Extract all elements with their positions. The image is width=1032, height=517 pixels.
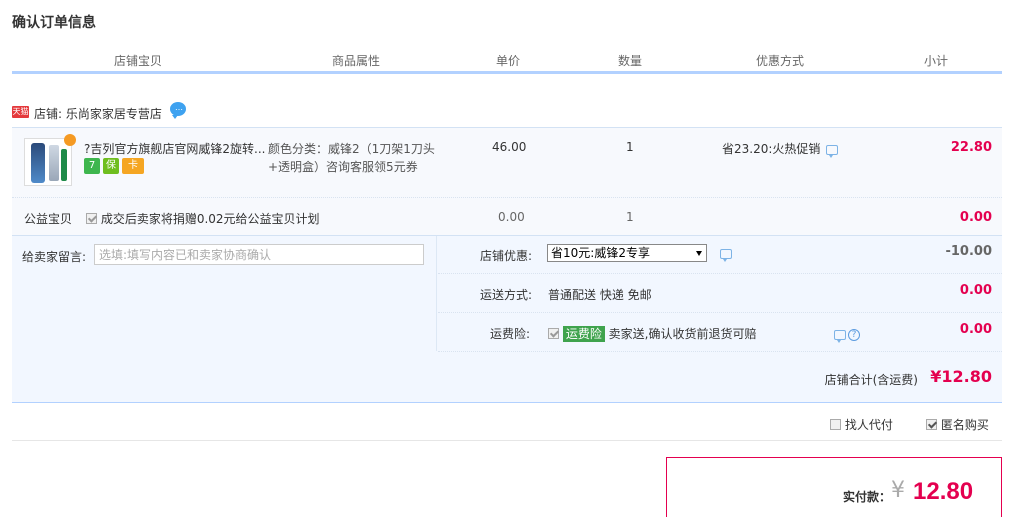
delivery-amount: 0.00	[959, 283, 992, 298]
payment-summary: 实付款： ¥ 12.80	[666, 457, 1002, 517]
seller-message-label: 给卖家留言:	[22, 250, 87, 264]
anonymous-buy-checkbox[interactable]	[926, 419, 937, 430]
shop-total-row: 店铺合计(含运费) ¥12.80	[12, 364, 1002, 394]
proxy-pay-checkbox[interactable]	[830, 419, 841, 430]
order-options-panel: 给卖家留言: 店铺优惠: 省10元:威锋2专享 -10.00 运送方式: 普通配…	[12, 235, 1002, 403]
product-thumbnail[interactable]	[24, 134, 76, 186]
delivery-label: 运送方式:	[480, 288, 533, 302]
item-subtotal: 22.80	[950, 140, 992, 155]
shop-discount-row: 店铺优惠: 省10元:威锋2专享 -10.00	[438, 236, 1002, 274]
col-discount: 优惠方式	[756, 54, 805, 68]
help-icon[interactable]: ?	[848, 328, 860, 341]
page-title: 确认订单信息	[12, 15, 96, 31]
credit-card-icon[interactable]: 卡	[122, 158, 144, 174]
seller-message-section: 给卖家留言:	[12, 236, 437, 351]
column-header: 店铺宝贝 商品属性 单价 数量 优惠方式 小计	[12, 50, 1002, 74]
service-icons: 7保卡	[84, 158, 147, 174]
product-title-link[interactable]: ?吉列官方旗舰店官网威锋2旋转...	[84, 140, 265, 157]
payment-label: 实付款：	[843, 490, 892, 504]
unit-price: 46.00	[492, 140, 527, 154]
insurance-icons: ?	[828, 327, 860, 343]
quantity: 1	[626, 140, 634, 154]
charity-subtotal: 0.00	[959, 210, 992, 225]
insurance-option: 运费险 卖家送,确认收货前退货可赔	[548, 325, 757, 342]
shop-discount-select[interactable]: 省10元:威锋2专享	[547, 244, 707, 262]
anonymous-buy-option[interactable]: 匿名购买	[926, 416, 989, 433]
guarantee-icon[interactable]: 保	[103, 158, 119, 174]
insurance-label: 运费险:	[490, 327, 531, 341]
insurance-amount: 0.00	[959, 322, 992, 337]
shop-discount-amount: -10.00	[945, 244, 992, 259]
col-shop-items: 店铺宝贝	[114, 54, 163, 68]
shop-discount-label: 店铺优惠:	[480, 249, 533, 263]
tmall-icon: 天猫	[12, 106, 29, 118]
item-row: ?吉列官方旗舰店官网威锋2旋转... 7保卡 颜色分类：威锋2（1刀架1刀头 +…	[12, 128, 1002, 198]
insurance-checkbox[interactable]	[548, 328, 559, 339]
col-subtotal: 小计	[924, 54, 949, 68]
shop-row: 天猫 店铺: 乐尚家家居专营店 …	[12, 100, 1002, 126]
proxy-pay-option[interactable]: 找人代付	[830, 416, 893, 433]
message-icon[interactable]	[826, 144, 839, 158]
message-icon[interactable]	[834, 329, 846, 343]
promotion: 省23.20:火热促销	[722, 140, 839, 158]
col-quantity: 数量	[618, 54, 643, 68]
shop-total-amount: ¥12.80	[930, 367, 992, 386]
product-attributes: 颜色分类：威锋2（1刀架1刀头 +透明盒）咨询客服领5元券	[268, 142, 435, 174]
seller-message-input[interactable]	[94, 244, 424, 265]
charity-checkbox[interactable]	[86, 213, 97, 224]
delivery-row: 运送方式: 普通配送 快递 免邮 0.00	[438, 275, 1002, 313]
col-attributes: 商品属性	[332, 54, 381, 68]
delivery-method: 普通配送 快递 免邮	[548, 288, 652, 302]
chat-bubble-icon[interactable]: …	[170, 102, 186, 119]
charity-price: 0.00	[498, 210, 525, 224]
charity-label: 公益宝贝	[24, 212, 73, 226]
col-unit-price: 单价	[496, 54, 521, 68]
insurance-tag: 运费险	[562, 326, 605, 342]
currency-symbol: ¥	[891, 478, 905, 503]
extra-options-row: 找人代付 匿名购买	[12, 404, 1002, 441]
order-items-panel: ?吉列官方旗舰店官网威锋2旋转... 7保卡 颜色分类：威锋2（1刀架1刀头 +…	[12, 127, 1002, 236]
charity-quantity: 1	[626, 210, 634, 224]
chevron-down-icon	[696, 251, 702, 256]
payment-amount: 12.80	[913, 478, 974, 505]
message-icon[interactable]	[720, 249, 732, 262]
insurance-row: 运费险: 运费险 卖家送,确认收货前退货可赔 ? 0.00	[438, 314, 1002, 352]
charity-row: 公益宝贝 成交后卖家将捐赠0.02元给公益宝贝计划 0.00 1 0.00	[12, 198, 1002, 236]
seven-day-return-icon[interactable]: 7	[84, 158, 100, 174]
charity-option: 成交后卖家将捐赠0.02元给公益宝贝计划	[86, 210, 320, 227]
shop-name-link[interactable]: 店铺: 乐尚家家居专营店	[34, 105, 162, 122]
shop-total-label: 店铺合计(含运费)	[824, 373, 918, 387]
